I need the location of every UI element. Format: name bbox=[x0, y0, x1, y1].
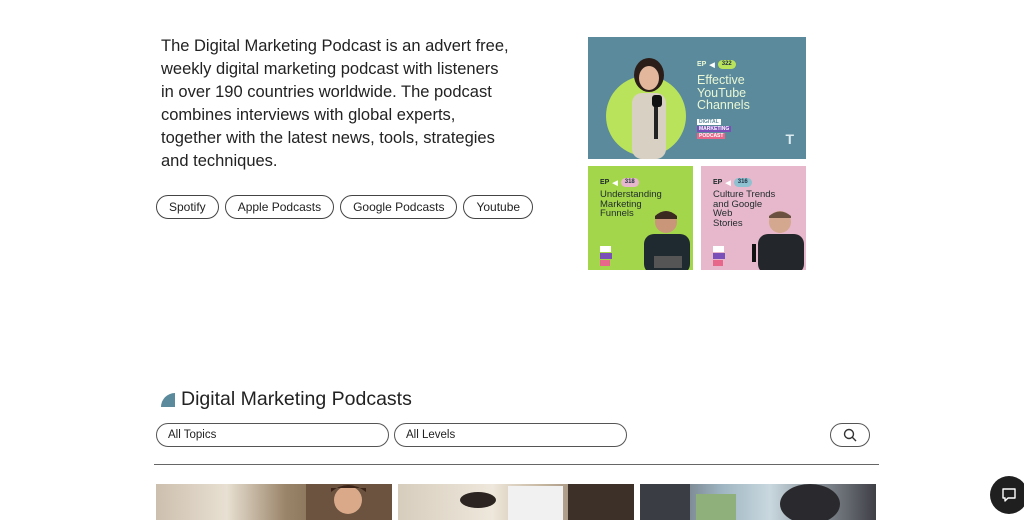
episode-cover-culture-trends[interactable]: EP ◀ 316 Culture Trends and Google Web S… bbox=[701, 166, 806, 270]
chat-icon bbox=[1002, 488, 1016, 502]
chat-button[interactable] bbox=[990, 476, 1024, 514]
guest-portrait bbox=[752, 211, 804, 270]
platform-links: Spotify Apple Podcasts Google Podcasts Y… bbox=[156, 195, 534, 219]
levels-filter-select[interactable]: All Levels bbox=[394, 423, 627, 447]
section-title-text: Digital Marketing Podcasts bbox=[181, 388, 412, 410]
thumbnail-image bbox=[640, 484, 840, 520]
section-heading: Digital Marketing Podcasts bbox=[161, 388, 412, 411]
youtube-link[interactable]: Youtube bbox=[463, 195, 534, 219]
podcast-description: The Digital Marketing Podcast is an adve… bbox=[161, 37, 509, 170]
guest-portrait bbox=[644, 211, 690, 270]
section-divider bbox=[154, 464, 879, 465]
spotify-link[interactable]: Spotify bbox=[156, 195, 219, 219]
google-podcasts-link[interactable]: Google Podcasts bbox=[340, 195, 458, 219]
episode-badge: EP ◀ 316 bbox=[713, 178, 752, 187]
t-logo-icon: T bbox=[785, 131, 794, 147]
apple-podcasts-link[interactable]: Apple Podcasts bbox=[224, 195, 335, 219]
quarter-circle-icon bbox=[161, 392, 175, 407]
episode-cover-main[interactable]: EP ◀ 322 Effective YouTube Channels DIGI… bbox=[588, 37, 806, 159]
podcast-brand-logo bbox=[713, 246, 726, 266]
search-icon bbox=[843, 428, 857, 442]
search-button[interactable] bbox=[830, 423, 870, 447]
podcast-card-thumbnail[interactable] bbox=[156, 484, 392, 520]
episode-cover-funnels[interactable]: EP ◀ 318 Understanding Marketing Funnels bbox=[588, 166, 693, 270]
episode-title: Effective YouTube Channels bbox=[697, 73, 750, 112]
podcast-card-thumbnail[interactable] bbox=[640, 484, 876, 520]
host-portrait bbox=[632, 58, 666, 159]
thumbnail-image bbox=[306, 484, 392, 520]
podcast-brand-logo bbox=[600, 246, 613, 266]
episode-badge: EP ◀ 322 bbox=[697, 60, 736, 69]
thumbnail-image bbox=[460, 484, 634, 520]
episode-badge: EP ◀ 318 bbox=[600, 178, 639, 187]
podcast-brand-logo: DIGITAL MARKETING PODCAST bbox=[697, 119, 732, 139]
topics-filter-select[interactable]: All Topics bbox=[156, 423, 389, 447]
podcast-card-thumbnail[interactable] bbox=[398, 484, 634, 520]
